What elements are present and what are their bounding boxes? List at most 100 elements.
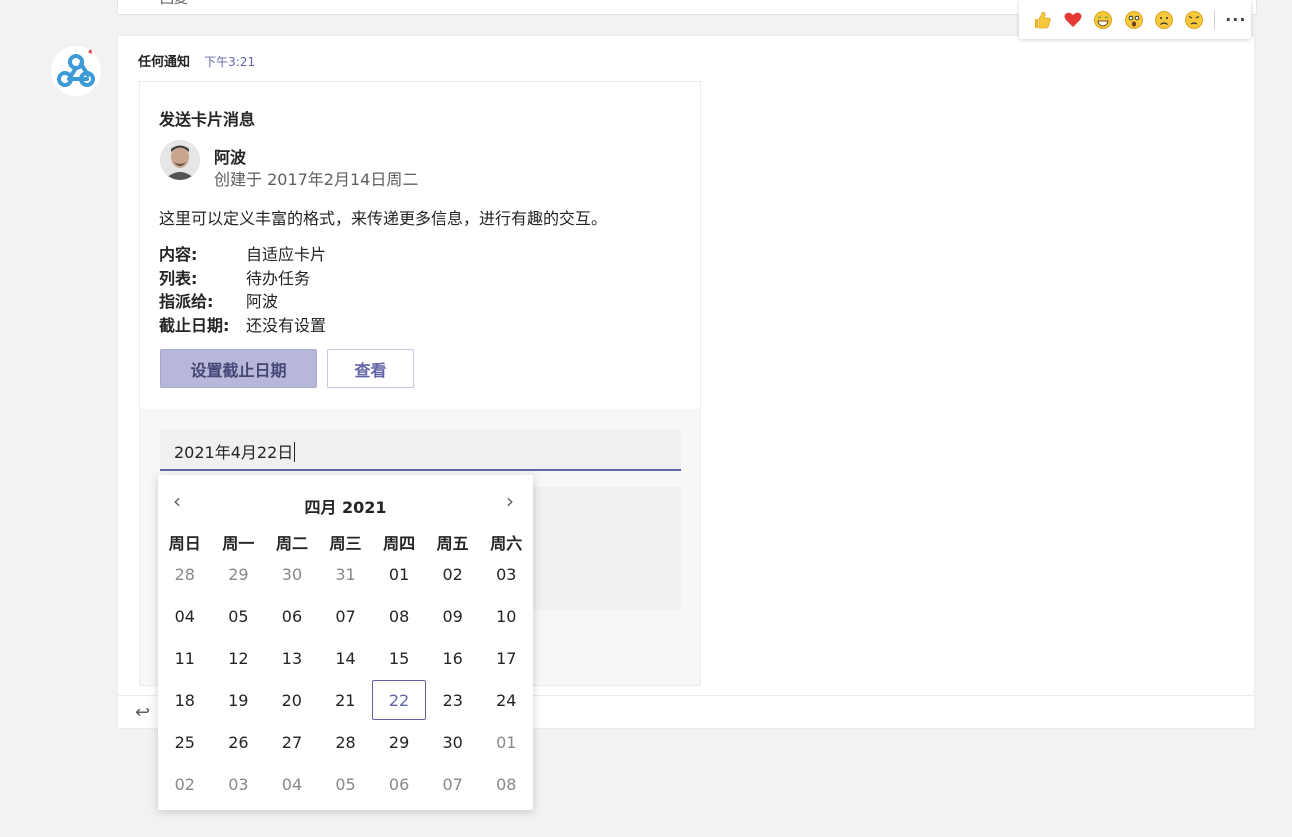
weekday-label: 周一 (222, 534, 255, 553)
calendar-day[interactable]: 26 (212, 722, 266, 762)
calendar-day[interactable]: 06 (265, 596, 319, 636)
calendar-day[interactable]: 10 (479, 596, 533, 636)
text-caret (294, 442, 296, 462)
calendar-day[interactable]: 08 (372, 596, 426, 636)
due-date-input[interactable]: 2021年4月22日 (160, 429, 681, 471)
calendar-month-label: 四月 2021 (304, 498, 387, 517)
fact-set: 内容: 自适应卡片 列表: 待办任务 指派给: 阿波 截止日期: 还没有设置 (159, 243, 326, 337)
calendar-day[interactable]: 11 (158, 638, 212, 678)
toolbar-divider (1213, 9, 1215, 30)
calendar-day[interactable]: 12 (212, 638, 266, 678)
person-photo-icon (160, 140, 200, 180)
fact-value: 自适应卡片 (246, 245, 327, 264)
fact-row: 内容: 自适应卡片 (159, 243, 326, 267)
weekday-label: 周五 (436, 534, 469, 553)
calendar-day[interactable]: 31 (319, 554, 373, 594)
reply-arrow-icon[interactable]: ↩ (138, 0, 150, 4)
calendar-day[interactable]: 03 (212, 764, 266, 804)
fact-row: 指派给: 阿波 (159, 290, 326, 314)
fact-value: 还没有设置 (246, 315, 327, 335)
calendar-day[interactable]: 07 (426, 764, 480, 804)
weekday-label: 周二 (275, 534, 308, 553)
calendar-day[interactable]: 03 (479, 554, 533, 594)
calendar-day[interactable]: 16 (426, 638, 480, 678)
calendar-day[interactable]: 04 (265, 764, 319, 804)
angry-icon[interactable] (1179, 4, 1209, 35)
calendar-day[interactable]: 02 (158, 764, 212, 804)
fact-key: 列表: (159, 268, 198, 288)
calendar-day[interactable]: 23 (426, 680, 480, 720)
previous-reply-label[interactable]: 回复 (160, 0, 188, 8)
calendar-day[interactable]: 29 (372, 722, 426, 762)
next-month-icon[interactable]: › (506, 489, 514, 513)
reactions-toolbar: ··· (1019, 0, 1251, 39)
person-created-date: 创建于 2017年2月14日周二 (214, 170, 419, 189)
calendar-day[interactable]: 05 (212, 596, 266, 636)
calendar-day[interactable]: 08 (479, 764, 533, 804)
calendar-week-row: 28 29 30 31 01 02 03 (158, 553, 533, 595)
weekday-label: 周四 (383, 534, 416, 553)
view-button[interactable]: 查看 (327, 349, 414, 388)
calendar-day[interactable]: 18 (158, 680, 212, 720)
calendar-day[interactable]: 24 (480, 680, 534, 720)
calendar-day[interactable]: 27 (265, 722, 319, 762)
calendar-day[interactable]: 30 (265, 554, 319, 594)
reply-icon[interactable]: ↩ (135, 702, 150, 723)
calendar-day[interactable]: 09 (426, 596, 480, 636)
calendar-week-row: 02 03 04 05 06 07 08 (158, 763, 533, 805)
calendar-week-row: 18 19 20 21 22 23 24 (158, 679, 533, 721)
more-options-icon[interactable]: ··· (1221, 4, 1251, 35)
set-due-date-button[interactable]: 设置截止日期 (160, 349, 317, 388)
calendar-day[interactable]: 25 (158, 722, 212, 762)
calendar-day[interactable]: 19 (212, 680, 266, 720)
calendar-day[interactable]: 07 (319, 596, 373, 636)
fact-value: 阿波 (246, 292, 279, 311)
fact-key: 指派给: (159, 292, 214, 311)
weekday-label: 周三 (329, 534, 362, 553)
fact-key: 截止日期: (159, 315, 230, 335)
card-title: 发送卡片消息 (159, 110, 256, 129)
due-date-value: 2021年4月22日 (174, 443, 294, 462)
calendar-week-row: 25 26 27 28 29 30 01 (158, 721, 533, 763)
calendar-week-row: 11 12 13 14 15 16 17 (158, 637, 533, 679)
calendar-grid: 28 29 30 31 01 02 03 04 05 06 07 08 09 10 11 12 13 14 15 16… (158, 553, 533, 805)
card-body: 发送卡片消息 阿波 创建于 2017年2月14日周二 这里可以定义丰富的格式，来… (140, 82, 700, 409)
calendar-day[interactable]: 14 (319, 638, 373, 678)
calendar-day[interactable]: 29 (212, 554, 266, 594)
calendar-day[interactable]: 28 (158, 554, 212, 594)
person-avatar (160, 140, 200, 180)
weekday-label: 周六 (490, 534, 523, 553)
calendar-day[interactable]: 06 (372, 764, 426, 804)
calendar-day[interactable]: 02 (426, 554, 480, 594)
calendar-week-row: 04 05 06 07 08 09 10 (158, 595, 533, 637)
calendar-day[interactable]: 01 (372, 554, 426, 594)
date-picker-popup: ‹ 四月 2021 › 周日 周一 周二 周三 周四 周五 周六 28 29 30 3… (158, 475, 533, 810)
like-icon[interactable] (1027, 4, 1057, 35)
sender-name[interactable]: 任何通知 (138, 55, 190, 70)
calendar-day[interactable]: 01 (479, 722, 533, 762)
calendar-day[interactable]: 21 (319, 680, 373, 720)
webhook-icon (51, 46, 101, 96)
laugh-icon[interactable] (1088, 4, 1118, 35)
sad-icon[interactable] (1149, 4, 1179, 35)
calendar-day[interactable]: 15 (372, 638, 426, 678)
calendar-day[interactable]: 17 (479, 638, 533, 678)
calendar-day[interactable]: 04 (158, 596, 212, 636)
calendar-day[interactable]: 20 (265, 680, 319, 720)
fact-key: 内容: (159, 245, 198, 264)
webhook-bot-avatar[interactable] (51, 46, 101, 96)
card-description: 这里可以定义丰富的格式，来传递更多信息，进行有趣的交互。 (159, 209, 608, 228)
message-header: 任何通知 下午3:21 (138, 51, 255, 70)
surprised-icon[interactable] (1118, 4, 1148, 35)
heart-icon[interactable] (1057, 4, 1087, 35)
calendar-day-selected[interactable]: 22 (372, 680, 426, 720)
fact-value: 待办任务 (246, 268, 311, 288)
calendar-day[interactable]: 13 (265, 638, 319, 678)
message-time: 下午3:21 (204, 55, 256, 69)
calendar-day[interactable]: 30 (426, 722, 480, 762)
person-name: 阿波 (214, 148, 247, 167)
calendar-day[interactable]: 28 (319, 722, 373, 762)
fact-row: 列表: 待办任务 (159, 267, 326, 291)
calendar-day[interactable]: 05 (319, 764, 373, 804)
fact-row: 截止日期: 还没有设置 (159, 314, 326, 338)
